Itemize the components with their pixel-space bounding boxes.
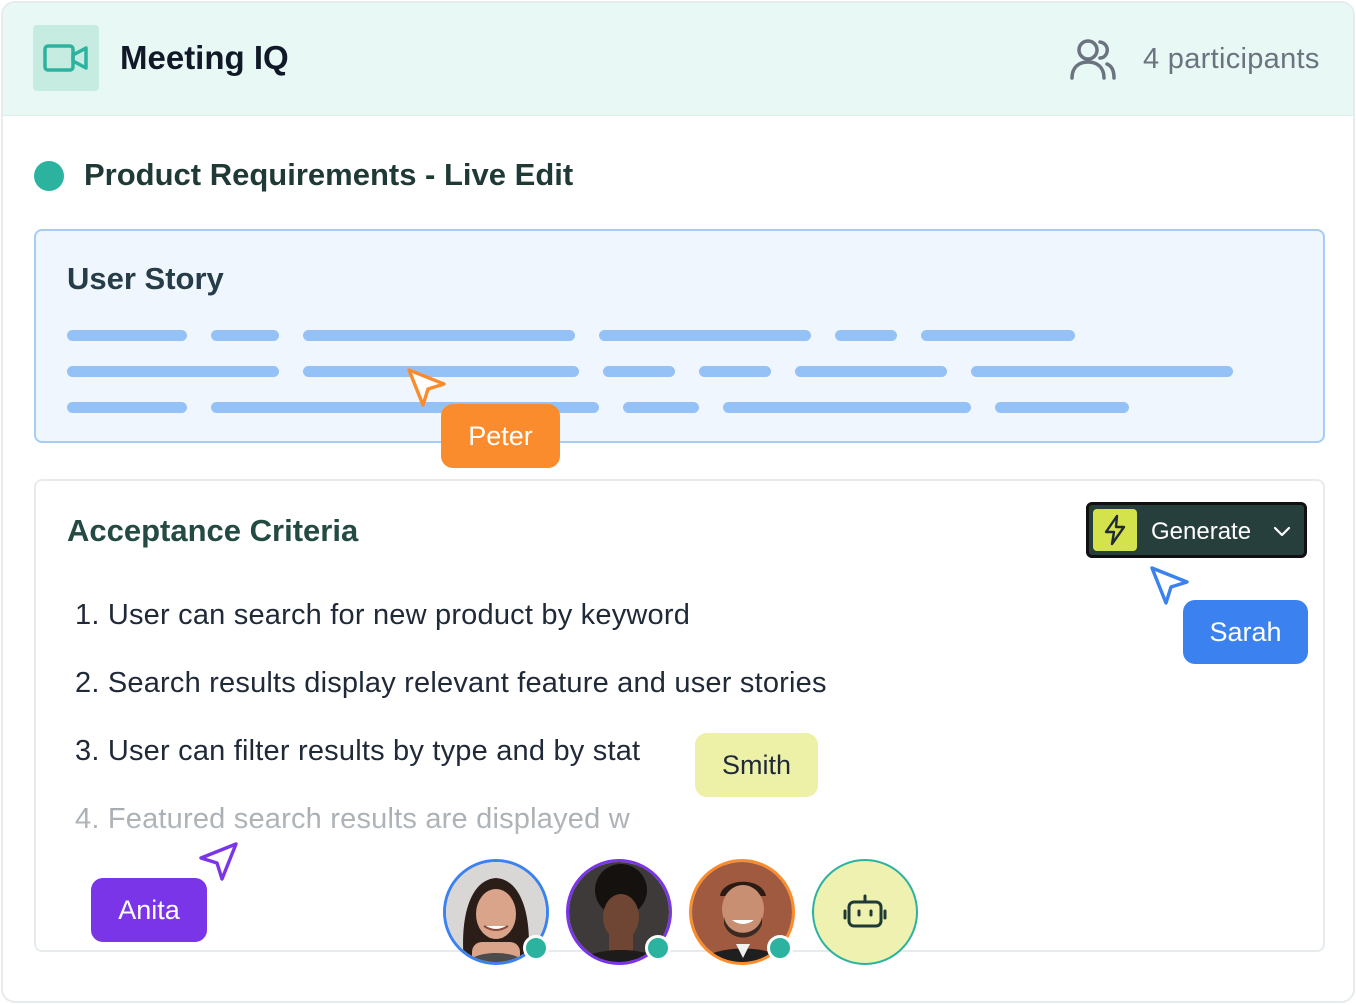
cursor-pointer-icon — [199, 842, 238, 881]
online-status-dot — [645, 935, 671, 961]
document-title: Product Requirements - Live Edit — [84, 157, 574, 192]
criteria-item[interactable]: 1. User can search for new product by ke… — [75, 599, 690, 632]
collaborator-tag-anita: Anita — [91, 878, 207, 942]
text-placeholder-line — [623, 402, 699, 413]
criteria-item[interactable]: 2. Search results display relevant featu… — [75, 667, 827, 700]
user-story-heading: User Story — [67, 261, 224, 296]
text-placeholder-line — [921, 330, 1075, 341]
text-placeholder-line — [603, 366, 675, 377]
users-icon[interactable] — [1069, 37, 1117, 81]
criteria-item[interactable]: 3. User can filter results by type and b… — [75, 735, 640, 768]
text-placeholder-line — [723, 402, 971, 413]
text-placeholder-line — [699, 366, 771, 377]
live-status-dot — [34, 161, 64, 191]
text-placeholder-line — [599, 330, 811, 341]
collaborator-tag-smith: Smith — [695, 733, 818, 797]
meeting-window: Meeting IQ 4 participants Product Requir… — [1, 1, 1355, 1003]
participants-count[interactable]: 4 participants — [1143, 43, 1320, 76]
app-title: Meeting IQ — [120, 39, 289, 76]
lightning-bolt-icon — [1093, 509, 1137, 551]
app-header: Meeting IQ 4 participants — [3, 3, 1353, 116]
text-placeholder-line — [835, 330, 897, 341]
online-status-dot — [523, 935, 549, 961]
text-placeholder-line — [211, 330, 279, 341]
criteria-item[interactable]: 4. Featured search results are displayed… — [75, 803, 630, 836]
robot-icon[interactable] — [812, 859, 918, 965]
cursor-pointer-icon — [1150, 566, 1189, 605]
video-camera-icon — [33, 25, 99, 91]
user-story-section[interactable]: User Story — [34, 229, 1325, 443]
text-placeholder-line — [795, 366, 947, 377]
text-placeholder-line — [67, 330, 187, 341]
text-placeholder-line — [971, 366, 1233, 377]
text-placeholder-line — [995, 402, 1129, 413]
acceptance-criteria-heading: Acceptance Criteria — [67, 513, 359, 548]
online-status-dot — [767, 935, 793, 961]
collaborator-tag-peter: Peter — [441, 404, 560, 468]
generate-label: Generate — [1151, 518, 1252, 545]
cursor-pointer-icon — [407, 368, 446, 407]
collaborator-tag-sarah: Sarah — [1183, 600, 1308, 664]
chevron-down-icon[interactable] — [1273, 524, 1291, 542]
text-placeholder-line — [303, 330, 575, 341]
text-placeholder-line — [67, 366, 279, 377]
generate-button[interactable]: Generate — [1086, 502, 1307, 558]
text-placeholder-line — [67, 402, 187, 413]
